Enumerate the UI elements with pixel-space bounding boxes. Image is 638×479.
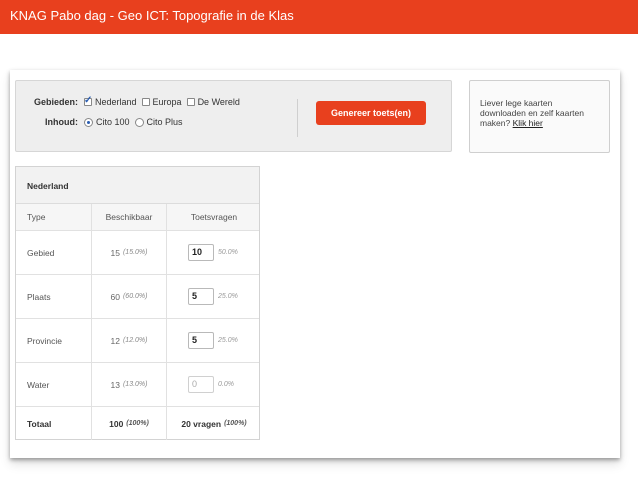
table-row: Plaats 60 (60.0%) 5 25.0% [16,275,259,319]
option-nederland[interactable]: Nederland [84,95,137,107]
available-count: 12 [110,335,120,346]
available-count: 15 [110,247,120,258]
radio-cito-100[interactable] [84,117,93,127]
divider [297,99,298,137]
total-questions-pct: (100%) [224,420,247,427]
row-questions: 10 50.0% [167,231,261,274]
table-row: Gebied 15 (15.0%) 10 50.0% [16,231,259,275]
header-toetsvragen: Toetsvragen [190,212,238,222]
available-count: 13 [110,379,120,390]
checkbox-europa[interactable] [141,98,150,106]
questions-table: Nederland Type Beschikbaar Toetsvragen G… [15,166,260,440]
table-title: Nederland [27,181,69,191]
checkbox-nederland[interactable] [84,95,92,106]
gebieden-row: Gebieden: Nederland Europa De Wereld [16,94,245,110]
row-available: 12 (12.0%) [91,319,167,362]
gebieden-label: Gebieden: [33,97,78,107]
option-label: Cito 100 [96,117,130,127]
row-type: Provincie [27,335,62,346]
total-questions-count: 20 vragen [181,418,222,429]
option-label: Nederland [95,97,137,107]
questions-input[interactable]: 5 [188,332,214,349]
table-row: Provincie 12 (12.0%) 5 25.0% [16,319,259,363]
option-label: Europa [152,97,182,107]
option-europa[interactable]: Europa [141,97,182,107]
blank-maps-question: maken? [480,118,511,128]
total-available: 100 (100%) [91,407,167,440]
available-pct: (12.0%) [122,337,148,344]
header-type: Type [27,212,46,222]
questions-input[interactable]: 10 [188,244,214,261]
title-bar: KNAG Pabo dag - Geo ICT: Topografie in d… [0,0,638,34]
total-questions: 20 vragen (100%) [167,407,261,440]
checkbox-de-wereld[interactable] [186,98,195,106]
blank-maps-text-2: downloaden en zelf kaarten [480,108,584,118]
row-questions: 0 0.0% [167,363,261,406]
inhoud-row: Inhoud: Cito 100 Cito Plus [16,114,188,130]
total-available-pct: (100%) [126,420,149,427]
available-count: 60 [110,291,120,302]
total-available-count: 100 [109,418,124,429]
available-pct: (60.0%) [122,293,148,300]
table-row: Water 13 (13.0%) 0 0.0% [16,363,259,407]
app-screenshot: Gebieden: Nederland Europa De Wereld Inh… [10,70,620,458]
option-de-wereld[interactable]: De Wereld [186,97,240,107]
filter-panel: Gebieden: Nederland Europa De Wereld Inh… [15,80,452,152]
table-total-row: Totaal 100 (100%) 20 vragen (100%) [16,407,259,440]
option-label: Cito Plus [146,117,183,127]
questions-input[interactable]: 5 [188,288,214,305]
row-type: Gebied [27,247,55,258]
questions-pct: 25.0% [218,293,238,300]
row-available: 60 (60.0%) [91,275,167,318]
row-available: 15 (15.0%) [91,231,167,274]
questions-pct: 50.0% [218,249,238,256]
option-cito-plus[interactable]: Cito Plus [134,117,183,127]
page-title: KNAG Pabo dag - Geo ICT: Topografie in d… [10,8,294,23]
generate-tests-button[interactable]: Genereer toets(en) [316,101,426,125]
header-beschikbaar: Beschikbaar [91,204,167,230]
radio-cito-plus[interactable] [134,117,144,127]
total-label: Totaal [27,418,52,429]
questions-pct: 25.0% [218,337,238,344]
blank-maps-text-1: Liever lege kaarten [480,98,553,108]
row-available: 13 (13.0%) [91,363,167,406]
table-title-bar: Nederland [16,167,259,204]
option-label: De Wereld [197,97,240,107]
questions-pct: 0.0% [218,381,234,388]
available-pct: (13.0%) [122,381,148,388]
row-questions: 5 25.0% [167,275,261,318]
table-header-row: Type Beschikbaar Toetsvragen [16,204,259,231]
blank-maps-text-3: maken? Klik hier [480,118,601,128]
option-cito-100[interactable]: Cito 100 [84,117,130,127]
row-type: Water [27,379,50,390]
row-questions: 5 25.0% [167,319,261,362]
questions-input[interactable]: 0 [188,376,214,393]
available-pct: (15.0%) [122,249,148,256]
inhoud-label: Inhoud: [45,117,78,127]
click-here-link[interactable]: Klik hier [513,118,543,128]
row-type: Plaats [27,291,51,302]
blank-maps-panel: Liever lege kaarten downloaden en zelf k… [469,80,610,153]
